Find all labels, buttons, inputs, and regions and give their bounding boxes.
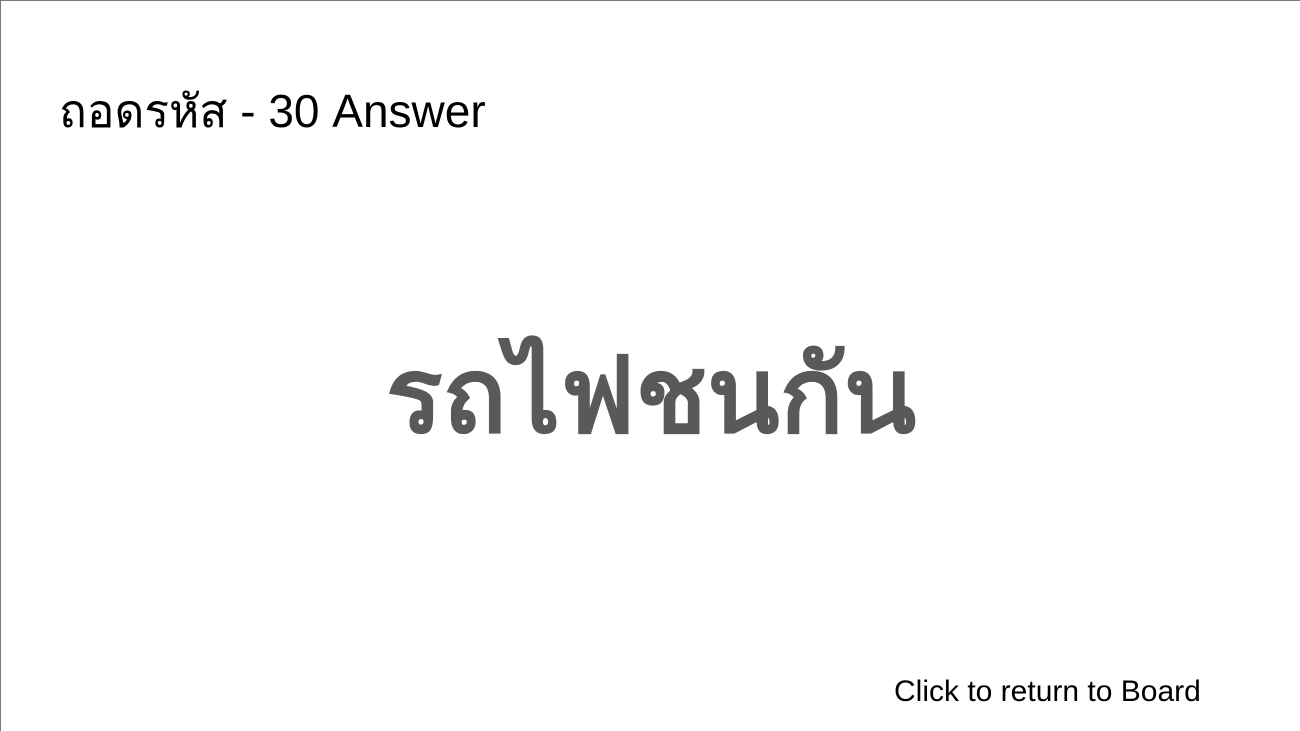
answer-text: รถไฟชนกัน	[385, 337, 917, 455]
slide: ถอดรหัส - 30 Answer รถไฟชนกัน Click to r…	[0, 0, 1300, 731]
return-to-board-link[interactable]: Click to return to Board	[894, 673, 1201, 711]
slide-title: ถอดรหัส - 30 Answer	[59, 85, 486, 137]
